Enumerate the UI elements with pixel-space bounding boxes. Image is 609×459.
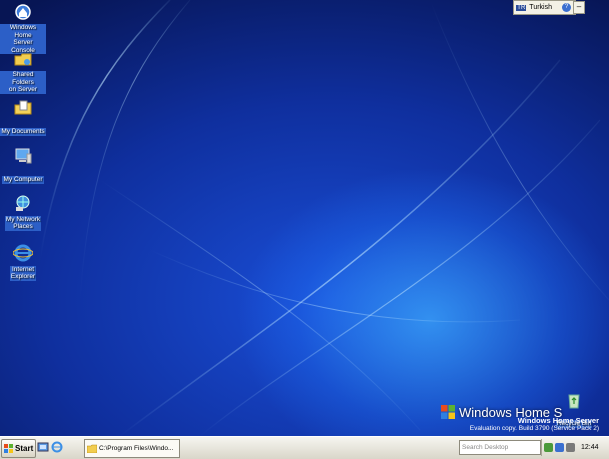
network-tray-icon[interactable]: [555, 443, 564, 452]
search-placeholder: Search Desktop: [462, 444, 509, 451]
ie-icon: [12, 243, 34, 263]
language-name: Turkish: [529, 4, 552, 11]
product-name: Windows Home Server: [517, 416, 599, 425]
desktop-icon-label: Places: [13, 223, 33, 230]
desktop-icon-internet-explorer[interactable]: Internet Explorer: [0, 243, 46, 283]
shared-folder-icon: [13, 49, 33, 69]
desktop-icon-label: Internet: [11, 265, 35, 273]
windows-flag-icon: [441, 405, 455, 419]
desktop-icon-my-computer[interactable]: My Computer: [0, 146, 46, 186]
help-icon: ?: [562, 3, 571, 12]
folder-icon: [87, 444, 97, 453]
desktop-icon-label: My Network: [5, 215, 41, 223]
documents-folder-icon: [13, 98, 33, 118]
desktop-icon-label: My Documents: [1, 128, 45, 135]
desktop-icon-label: My Computer: [3, 176, 43, 183]
desktop-icon-label: Shared Folders: [12, 71, 34, 86]
start-button[interactable]: Start: [1, 439, 36, 458]
search-desktop-input[interactable]: Search Desktop: [459, 440, 541, 455]
desktop-icon-shared-folders[interactable]: Shared Folders on Server: [0, 49, 46, 96]
language-bar-minimize-button[interactable]: –: [573, 1, 585, 14]
desktop-icon-label: Windows Home: [9, 24, 37, 39]
show-desktop-icon[interactable]: [37, 441, 49, 453]
desktop-icon-label: on Server: [8, 86, 38, 93]
help-button[interactable]: ?: [562, 3, 571, 12]
taskbar: Start C:\Program Files\Windo... Search D…: [0, 436, 609, 459]
home-server-icon: [13, 2, 33, 22]
volume-icon[interactable]: [566, 443, 575, 452]
clock[interactable]: 12:44: [581, 444, 599, 451]
recycle-bin-icon: [564, 390, 584, 410]
language-bar[interactable]: TR Turkish ?: [513, 0, 576, 15]
network-icon: [13, 193, 33, 213]
desktop-icon-my-documents[interactable]: My Documents: [0, 98, 46, 138]
system-tray: 12:44: [541, 439, 608, 456]
start-label: Start: [15, 444, 34, 453]
home-server-tray-icon[interactable]: [544, 443, 553, 452]
windows-flag-icon: [4, 444, 13, 453]
desktop-icon-my-network-places[interactable]: My Network Places: [0, 193, 46, 233]
desktop[interactable]: Windows Home Server Console Shared Folder…: [0, 0, 609, 436]
ie-quicklaunch-icon[interactable]: [51, 441, 63, 453]
build-info: Evaluation copy. Build 3790 (Service Pac…: [469, 425, 599, 432]
taskbar-button-explorer-window[interactable]: C:\Program Files\Windo...: [84, 439, 180, 458]
task-button-label: C:\Program Files\Windo...: [99, 445, 174, 452]
evaluation-watermark: Windows Home Server Evaluation copy. Bui…: [470, 416, 599, 432]
computer-icon: [13, 146, 33, 166]
desktop-icon-label: Explorer: [10, 273, 36, 280]
wallpaper-swirls: [39, 0, 609, 436]
language-code: TR: [516, 4, 527, 11]
minimize-icon: –: [576, 2, 582, 11]
